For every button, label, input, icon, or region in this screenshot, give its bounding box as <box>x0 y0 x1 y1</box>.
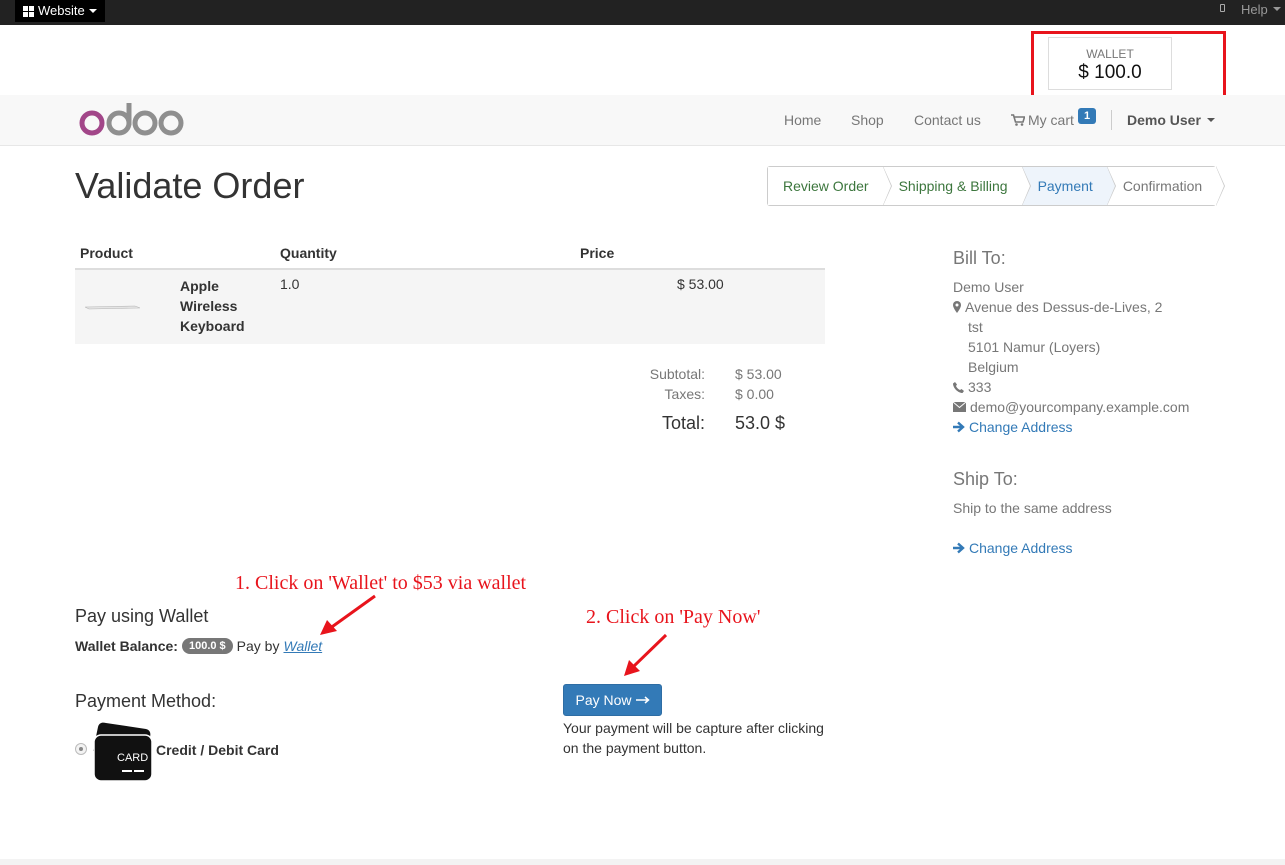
user-name: Demo User <box>1127 112 1201 128</box>
help-label: Help <box>1241 1 1268 17</box>
help-menu-button[interactable]: Help <box>1241 0 1281 18</box>
cart-label: My cart <box>1028 112 1074 128</box>
credit-card-icon: CARD <box>93 722 153 782</box>
total-value: 53.0 $ <box>735 413 786 433</box>
caret-down-icon <box>88 9 97 13</box>
envelope-icon <box>953 402 966 412</box>
mobile-preview-icon[interactable] <box>1220 4 1225 12</box>
cart-count-badge: 1 <box>1078 108 1096 124</box>
product-price: $ 53.00 <box>677 276 724 292</box>
pay-using-wallet-heading: Pay using Wallet <box>75 606 209 626</box>
nav-shop-link[interactable]: Shop <box>851 95 884 145</box>
phone-icon <box>953 381 964 393</box>
wallet-balance-label: Wallet Balance: <box>75 638 178 654</box>
map-marker-icon <box>953 301 961 313</box>
footer-edge <box>0 859 1285 865</box>
annotation-highlight-box <box>1031 31 1226 99</box>
bill-to-phone: 333 <box>968 379 992 395</box>
website-menu-label: Website <box>38 3 85 18</box>
taxes-label: Taxes: <box>664 386 705 402</box>
total-label: Total: <box>661 413 705 433</box>
column-header-product: Product <box>80 245 133 261</box>
annotation-step-2: 2. Click on 'Pay Now' <box>586 606 761 628</box>
bill-to-street: Avenue des Dessus-de-Lives, 2 <box>965 299 1163 315</box>
nav-divider <box>1111 110 1112 130</box>
bill-to-street2: tst <box>968 319 983 335</box>
column-header-price: Price <box>580 245 615 261</box>
table-row: Apple Wireless Keyboard 1.0 $ 53.00 <box>75 270 825 344</box>
step-confirmation: Confirmation <box>1106 166 1226 206</box>
column-header-quantity: Quantity <box>280 245 337 261</box>
annotation-step-1: 1. Click on 'Wallet' to $53 via wallet <box>235 572 527 594</box>
annotation-arrow-2 <box>624 633 668 676</box>
bill-to-city: 5101 Namur (Loyers) <box>968 339 1101 355</box>
ship-to-text: Ship to the same address <box>953 500 1112 516</box>
change-address-label: Change Address <box>969 419 1073 435</box>
arrow-right-icon <box>953 542 965 554</box>
bill-to-phone-line: 333 <box>953 379 991 395</box>
bill-to-country: Belgium <box>968 359 1019 375</box>
checkout-steps: Review Order Shipping & Billing Payment … <box>767 166 1226 206</box>
caret-down-icon <box>1272 7 1281 11</box>
subtotal-value: $ 53.00 <box>735 366 782 382</box>
bill-to-email: demo@yourcompany.example.com <box>970 399 1190 415</box>
credit-debit-card-label[interactable]: Credit / Debit Card <box>156 742 279 758</box>
nav-home-link[interactable]: Home <box>784 95 821 145</box>
website-menu-button[interactable]: Website <box>15 0 105 22</box>
pay-now-label: Pay Now <box>575 692 632 708</box>
wallet-balance-line: Wallet Balance: 100.0 $ Pay by Wallet <box>75 638 322 654</box>
odoo-logo[interactable] <box>78 103 186 139</box>
shopping-cart-icon <box>1011 114 1025 126</box>
step-review-order[interactable]: Review Order <box>768 166 892 206</box>
ship-to-heading: Ship To: <box>953 469 1018 489</box>
apps-grid-icon <box>23 5 34 17</box>
admin-topbar: Website Help <box>0 0 1285 25</box>
caret-down-icon <box>1206 118 1215 122</box>
payment-method-heading: Payment Method: <box>75 691 217 711</box>
arrow-right-icon <box>953 421 965 433</box>
payment-note: Your payment will be capture after click… <box>563 720 824 756</box>
user-menu-button[interactable]: Demo User <box>1127 95 1215 145</box>
card-payment-radio[interactable] <box>75 743 87 755</box>
pay-now-button[interactable]: Pay Now <box>563 684 662 716</box>
bill-to-name: Demo User <box>953 279 1024 295</box>
taxes-value: $ 0.00 <box>735 386 774 402</box>
ship-to-change-address-link[interactable]: Change Address <box>953 540 1073 556</box>
product-quantity: 1.0 <box>280 276 300 292</box>
bill-to-email-line: demo@yourcompany.example.com <box>953 399 1189 415</box>
bill-to-change-address-link[interactable]: Change Address <box>953 419 1073 435</box>
pay-by-text: Pay by <box>236 638 280 654</box>
step-payment: Payment <box>1021 166 1117 206</box>
product-name: Apple Wireless Keyboard <box>180 278 245 334</box>
nav-cart-link[interactable]: My cart <box>1011 95 1074 145</box>
change-address-label: Change Address <box>969 540 1073 556</box>
step-shipping-billing[interactable]: Shipping & Billing <box>882 166 1031 206</box>
product-image <box>85 305 140 310</box>
pay-by-wallet-link[interactable]: Wallet <box>283 638 322 654</box>
card-text: CARD <box>117 752 148 764</box>
bill-to-heading: Bill To: <box>953 248 1006 268</box>
long-arrow-right-icon <box>635 696 650 704</box>
annotation-arrow-1 <box>320 594 376 635</box>
nav-contact-link[interactable]: Contact us <box>914 95 981 145</box>
wallet-balance-badge: 100.0 $ <box>181 638 233 654</box>
subtotal-label: Subtotal: <box>649 366 705 382</box>
bill-to-street-line: Avenue des Dessus-de-Lives, 2 <box>953 299 1162 315</box>
page-title: Validate Order <box>75 165 305 206</box>
